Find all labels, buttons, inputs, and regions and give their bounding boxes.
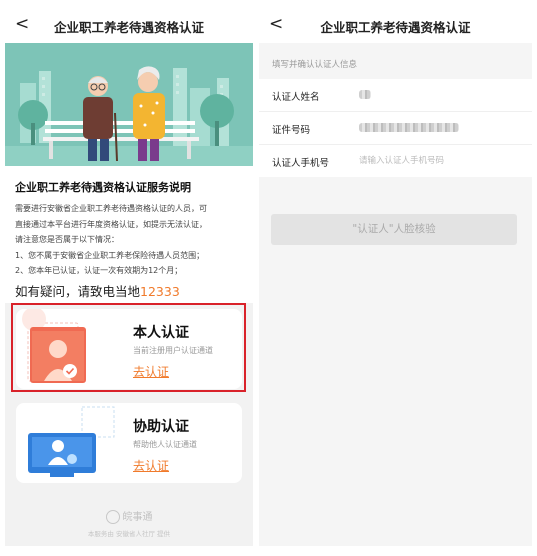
card-subtitle: 帮助他人认证通道 (133, 440, 197, 449)
self-auth-card[interactable]: 本人认证 当前注册用户认证通道 去认证 (16, 309, 242, 389)
hotline-prefix: 如有疑问，请致电当地 (15, 284, 141, 299)
elderly-couple-illustration (5, 43, 253, 166)
id-number-row[interactable]: 证件号码 (259, 112, 532, 145)
description-line: 直接通过本平台进行年度资格认证，如提示无法认证， (15, 219, 207, 229)
nav-bar: < 企业职工养老待遇资格认证 (259, 6, 532, 43)
description-line: 请注意您是否属于以下情况： (15, 235, 119, 244)
description-line: 2、您本年已认证，认证一次有效期为12个月； (15, 266, 183, 275)
auth-form-screen: < 企业职工养老待遇资格认证 填写并确认认证人信息 认证人姓名 证件号码 认证人… (259, 6, 532, 546)
card-title: 协助认证 (133, 419, 189, 435)
brand-name: 皖事通 (122, 512, 153, 523)
page-title: 企业职工养老待遇资格认证 (320, 20, 471, 35)
self-auth-link[interactable]: 去认证 (133, 363, 169, 380)
card-title: 本人认证 (133, 325, 189, 341)
card-subtitle: 当前注册用户认证通道 (133, 346, 213, 355)
auth-home-screen: < 企业职工养老待遇资格认证 企业职工养老待遇资格认证服务说明 需要进行安徽省企… (5, 6, 253, 546)
phone-input[interactable] (359, 151, 519, 171)
nav-bar: < 企业职工养老待遇资格认证 (5, 6, 253, 43)
service-description: 企业职工养老待遇资格认证服务说明 需要进行安徽省企业职工养老待遇资格认证的人员，… (5, 166, 253, 303)
id-number-value-redacted (359, 123, 459, 132)
description-line: 1、您不属于安徽省企业职工养老保险待遇人员范围； (15, 250, 205, 260)
assist-auth-link[interactable]: 去认证 (133, 457, 169, 474)
footer-note: 本服务由 安徽省人社厅 提供 (87, 530, 171, 538)
form-hint: 填写并确认认证人信息 (272, 60, 358, 70)
hotline-text: 如有疑问，请致电当地12333 (15, 281, 180, 300)
authenticator-form: 认证人姓名 证件号码 认证人手机号 (259, 79, 532, 177)
description-body: 需要进行安徽省企业职工养老待遇资格认证的人员，可 直接通过本平台进行年度资格认证… (15, 201, 247, 279)
description-title: 企业职工养老待遇资格认证服务说明 (15, 181, 191, 194)
name-label: 认证人姓名 (272, 92, 320, 103)
face-verify-button[interactable]: "认证人"人脸核验 (271, 214, 517, 245)
name-row[interactable]: 认证人姓名 (259, 79, 532, 112)
description-line: 需要进行安徽省企业职工养老待遇资格认证的人员，可 (15, 204, 207, 213)
hotline-number[interactable]: 12333 (140, 284, 180, 299)
page-title: 企业职工养老待遇资格认证 (53, 20, 204, 35)
hero-banner (5, 43, 253, 166)
self-auth-icon (22, 309, 86, 383)
assist-auth-card[interactable]: 协助认证 帮助他人认证通道 去认证 (16, 403, 242, 483)
footer-brand: 皖事通 (5, 508, 253, 524)
name-value-redacted (359, 90, 371, 99)
assist-auth-icon (28, 406, 115, 477)
brand-logo-icon (105, 510, 120, 524)
footer: 皖事通 本服务由 安徽省人社厅 提供 (5, 508, 253, 538)
phone-label: 认证人手机号 (272, 158, 330, 169)
id-number-label: 证件号码 (272, 125, 311, 136)
phone-row[interactable]: 认证人手机号 (259, 145, 532, 177)
